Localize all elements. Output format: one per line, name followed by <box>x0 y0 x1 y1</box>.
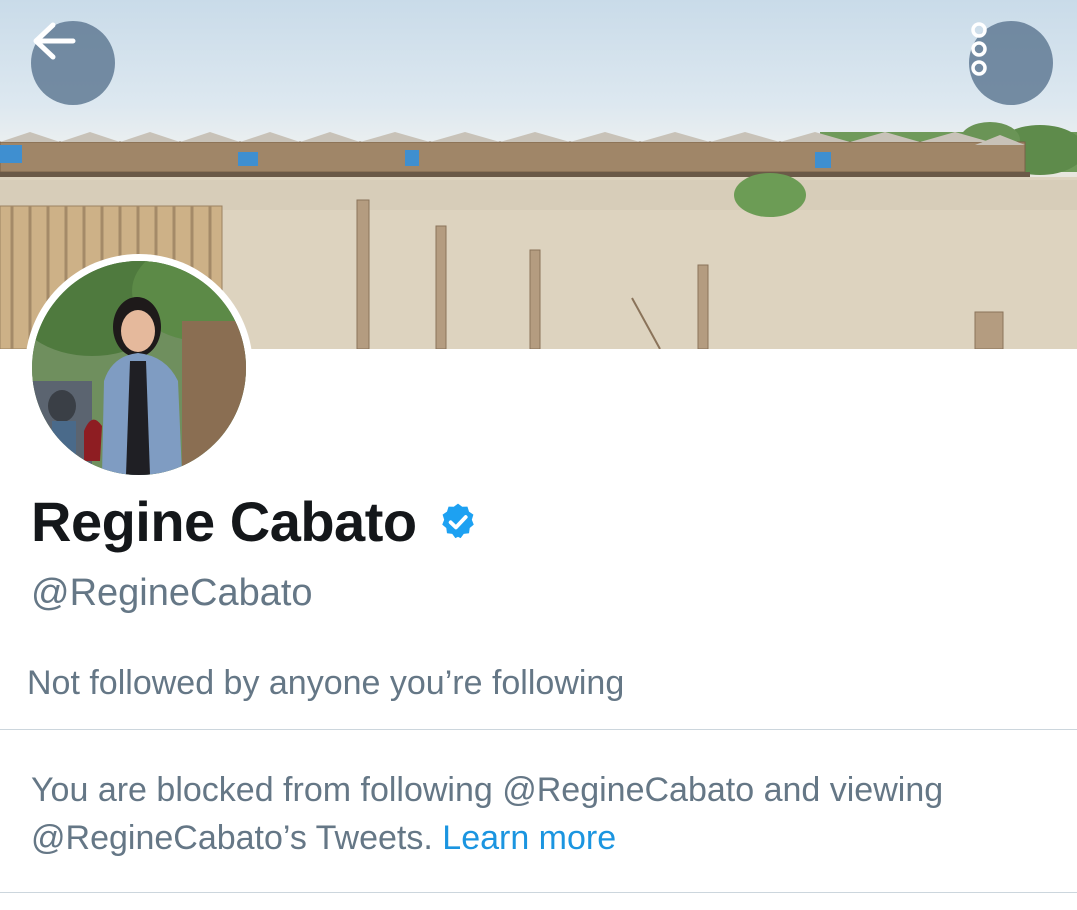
arrow-left-icon <box>33 22 76 60</box>
more-vertical-icon <box>971 22 987 76</box>
learn-more-link[interactable]: Learn more <box>442 819 616 857</box>
display-name: Regine Cabato <box>31 490 417 553</box>
back-button[interactable] <box>31 21 115 105</box>
blocked-notice: You are blocked from following @RegineCa… <box>31 766 1051 862</box>
divider <box>0 729 1077 730</box>
more-options-button[interactable] <box>969 21 1053 105</box>
name-row: Regine Cabato <box>31 490 479 554</box>
avatar[interactable] <box>25 254 253 482</box>
avatar-image <box>32 261 246 475</box>
divider <box>0 892 1077 893</box>
verified-badge-icon <box>441 503 474 539</box>
profile-handle: @RegineCabato <box>31 572 313 614</box>
followed-by-text: Not followed by anyone you’re following <box>27 664 625 702</box>
